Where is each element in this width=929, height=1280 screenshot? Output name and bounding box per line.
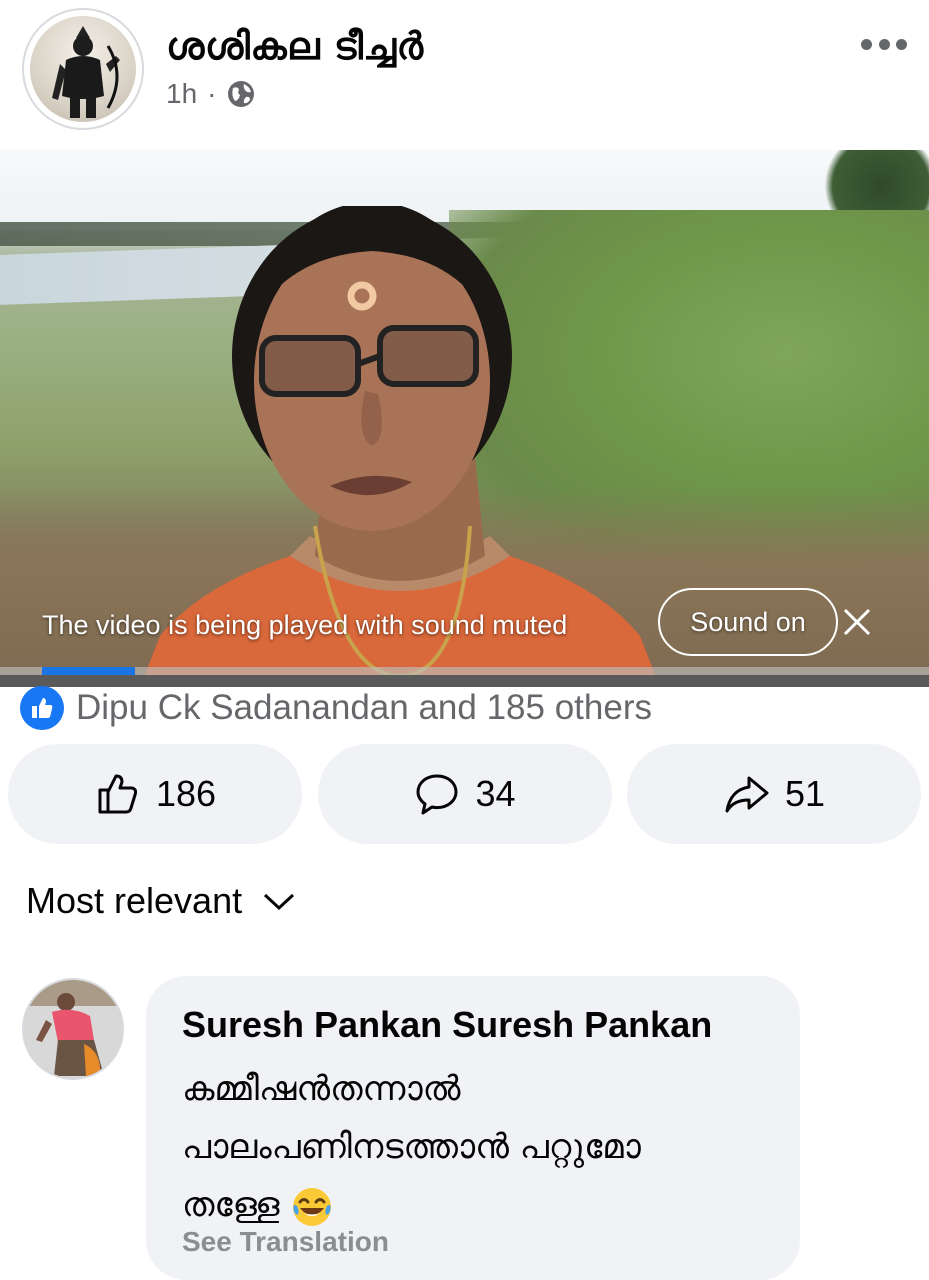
video-player[interactable]: The video is being played with sound mut…: [0, 150, 929, 687]
sound-on-button[interactable]: Sound on: [658, 588, 838, 656]
post-meta: 1h ·: [166, 78, 256, 110]
share-icon: [725, 776, 769, 813]
chevron-down-icon: [264, 893, 295, 911]
video-progress-fill: [42, 667, 135, 675]
more-horizontal-icon: [861, 38, 872, 50]
more-horizontal-icon: [878, 38, 890, 50]
like-icon: [98, 774, 138, 814]
post-actions: 186 34 51: [8, 744, 921, 844]
comment-text: കമ്മീഷൻതന്നാൽ പാലംപണിനടത്താൻ പറ്റുമോ തള്…: [182, 1060, 782, 1234]
author-avatar[interactable]: [22, 8, 144, 130]
commenter-avatar[interactable]: [22, 978, 124, 1080]
video-progress-track[interactable]: [0, 667, 929, 675]
comment-bubble[interactable]: Suresh Pankan Suresh Pankan കമ്മീഷൻതന്നാ…: [146, 976, 800, 1280]
like-count: 186: [155, 773, 217, 814]
comment-body: കമ്മീഷൻതന്നാൽ പാലംപണിനടത്താൻ പറ്റുമോ തള്…: [182, 1069, 641, 1225]
avatar-image: [30, 16, 136, 122]
comment-count: 34: [475, 773, 516, 814]
reactions-text: Dipu Ck Sadanandan and 185 others: [76, 688, 652, 727]
reactions-summary[interactable]: Dipu Ck Sadanandan and 185 others: [20, 686, 652, 730]
mute-notice: The video is being played with sound mut…: [42, 610, 568, 640]
post-time[interactable]: 1h: [166, 78, 197, 110]
avatar-image: [24, 980, 122, 1078]
meta-separator: ·: [207, 78, 217, 109]
author-name[interactable]: ശശികല ടീച്ചർ: [166, 24, 424, 69]
globe-icon: [228, 81, 255, 107]
share-count: 51: [784, 773, 826, 814]
like-badge-icon: [20, 686, 64, 730]
comment-author[interactable]: Suresh Pankan Suresh Pankan: [182, 1004, 712, 1046]
post-header: ശശികല ടീച്ചർ 1h ·: [0, 0, 929, 150]
sort-label: Most relevant: [26, 880, 243, 921]
share-button[interactable]: 51: [627, 744, 921, 844]
comment-sort-dropdown[interactable]: Most relevant: [26, 880, 296, 922]
more-horizontal-icon: [896, 38, 907, 50]
thumbs-up-icon: [32, 698, 53, 718]
see-translation-link[interactable]: See Translation: [182, 1226, 389, 1258]
laughing-tears-emoji: [293, 1187, 332, 1226]
comment-button[interactable]: 34: [317, 744, 612, 844]
comment-icon: [416, 774, 458, 815]
more-options-button[interactable]: [861, 32, 907, 56]
close-icon[interactable]: [841, 606, 873, 638]
statue-figure-icon: [52, 26, 120, 118]
like-button[interactable]: 186: [8, 744, 302, 844]
video-tree: [809, 150, 929, 210]
